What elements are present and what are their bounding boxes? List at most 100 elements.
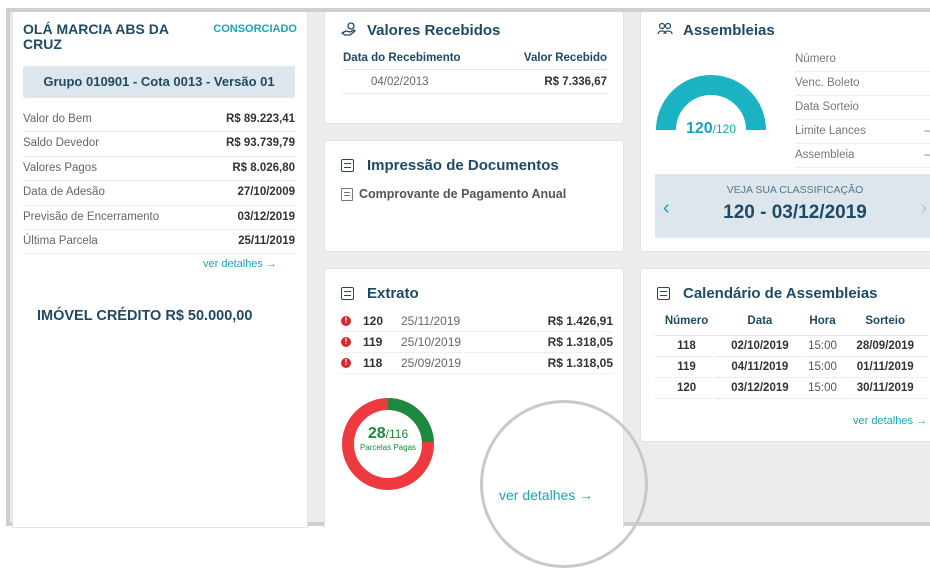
assembly-info-label: Assembleia [795,149,855,161]
col-received-value: Valor Recebido [523,52,607,64]
ranking-label: VEJA SUA CLASSIFICAÇÃO [726,184,864,196]
calendar-row: 118 02/10/2019 15:00 28/09/2019 [655,335,927,357]
installment-number: 118 [363,356,383,370]
assembly-info-label: Limite Lances [795,125,866,137]
cell-number: 120 [655,377,719,399]
statement-row[interactable]: ! 120 25/11/2019 R$ 1.426,91 [341,311,613,332]
summary-row: Valor do Bem R$ 89.223,41 [23,108,295,133]
summary-list: Valor do Bem R$ 89.223,41 Saldo Devedor R$… [23,108,295,255]
cell-date: 02/10/2019 [718,335,802,357]
credit-label: IMÓVEL CRÉDITO R$ 50.000,00 [37,308,253,324]
assembly-info-row: Limite Lances – [795,120,930,144]
summary-value: R$ 8.026,80 [232,161,295,174]
assembly-info-label: Data Sorteio [795,101,859,113]
installment-date: 25/09/2019 [401,356,462,370]
calendar-row: 119 04/11/2019 15:00 01/11/2019 [655,356,927,378]
cell-time: 15:00 [801,356,844,378]
documents-card: Impressão de Documentos Comprovante de P… [324,140,624,252]
received-values-header: Data do Recebimento Valor Recebido [343,52,607,70]
installment-date: 25/11/2019 [401,314,461,328]
statement-row[interactable]: ! 119 25/10/2019 R$ 1.318,05 [341,332,613,353]
cell-draw: 01/11/2019 [843,356,927,378]
summary-label: Data de Adesão [23,186,105,199]
installment-number: 119 [363,335,383,349]
user-summary-card: OLÁ MARCIA ABS DA CRUZ CONSORCIADO Grupo… [12,12,308,528]
highlight-circle [480,400,648,568]
cell-date: 03/12/2019 [718,377,802,399]
assembly-info-value: – [925,144,930,167]
assemblies-card: Assembleias 120/120 Número Venc. Boleto … [640,12,930,252]
cell-number: 119 [655,356,719,378]
annual-receipt-label: Comprovante de Pagamento Anual [359,187,567,201]
received-values-card: Valores Recebidos Data do Recebimento Va… [324,12,624,124]
ranking-box: ‹ VEJA SUA CLASSIFICAÇÃO 120 - 03/12/201… [655,174,930,238]
summary-row: Previsão de Encerramento 03/12/2019 [23,206,295,230]
summary-row: Valores Pagos R$ 8.026,80 [23,157,295,182]
installment-number: 120 [363,314,384,328]
paid-count: 28 [367,425,386,442]
cell-time: 15:00 [801,377,844,399]
document-icon [341,287,354,300]
cell-date: 04/11/2019 [718,356,802,378]
summary-value: R$ 89.223,41 [225,113,295,125]
documents-title: Impressão de Documentos [367,157,559,174]
col-draw: Sorteio [843,315,927,336]
gauge-current: 120 [685,120,713,137]
calendar-row: 120 03/12/2019 15:00 30/11/2019 [655,377,927,399]
assembly-info-label: Número [795,53,836,65]
assemblies-title: Assembleias [683,22,775,39]
received-date: 04/02/2013 [371,76,429,88]
cell-number: 118 [655,335,719,357]
col-received-date: Data do Recebimento [343,52,461,64]
paid-label: Parcelas Pagas [359,443,417,452]
assembly-info-row: Assembleia – [795,144,930,168]
statement-title: Extrato [367,285,419,302]
assembly-info-value: – [925,120,930,143]
document-icon [341,159,354,172]
gauge-value: 120/120 [655,120,767,138]
assembly-info-row: Data Sorteio [795,96,930,120]
users-icon [657,22,673,35]
assembly-calendar-card: Calendário de Assembleias Número Data Ho… [640,268,930,442]
hand-money-icon [341,22,356,36]
calendar-title: Calendário de Assembleias [683,285,878,302]
received-value: R$ 7.336,67 [544,76,607,88]
alert-icon: ! [341,337,351,347]
assembly-info-label: Venc. Boleto [795,77,860,89]
col-time: Hora [801,315,844,336]
summary-label: Valor do Bem [23,113,92,125]
installment-date: 25/10/2019 [401,335,462,349]
cell-draw: 30/11/2019 [843,377,927,399]
statement-row[interactable]: ! 118 25/09/2019 R$ 1.318,05 [341,353,613,374]
installment-value: R$ 1.318,05 [547,335,613,349]
summary-row: Data de Adesão 27/10/2009 [23,181,295,206]
document-icon [341,187,353,201]
total-count: /116 [385,427,409,441]
role-tag: CONSORCIADO [213,23,297,35]
annual-receipt-link[interactable]: Comprovante de Pagamento Anual [341,187,566,201]
received-row: 04/02/2013 R$ 7.336,67 [343,76,607,94]
summary-value: 25/11/2019 [238,234,295,247]
gauge-total: /120 [712,122,737,136]
summary-label: Valores Pagos [23,161,97,174]
cell-time: 15:00 [801,335,844,357]
alert-icon: ! [341,316,351,326]
summary-label: Última Parcela [23,234,98,247]
chevron-right-icon[interactable]: › [920,198,927,218]
document-icon [657,287,670,300]
greeting: OLÁ MARCIA ABS DA CRUZ [23,21,169,52]
cell-draw: 28/09/2019 [843,335,927,357]
summary-label: Previsão de Encerramento [23,210,160,223]
calendar-table: Número Data Hora Sorteio 118 02/10/2019 … [655,315,927,399]
summary-label: Saldo Devedor [23,137,100,150]
summary-value: 27/10/2009 [237,186,295,199]
installment-value: R$ 1.426,91 [547,314,613,328]
calendar-details-link[interactable]: ver detalhes → [853,415,927,427]
summary-details-link[interactable]: ver detalhes → [203,258,277,270]
alert-icon: ! [341,358,351,368]
col-number: Número [655,315,719,336]
ranking-value: 120 - 03/12/2019 [723,202,867,223]
assembly-info-row: Número [795,48,930,72]
summary-value: 03/12/2019 [237,210,295,223]
received-values-title: Valores Recebidos [367,22,501,39]
